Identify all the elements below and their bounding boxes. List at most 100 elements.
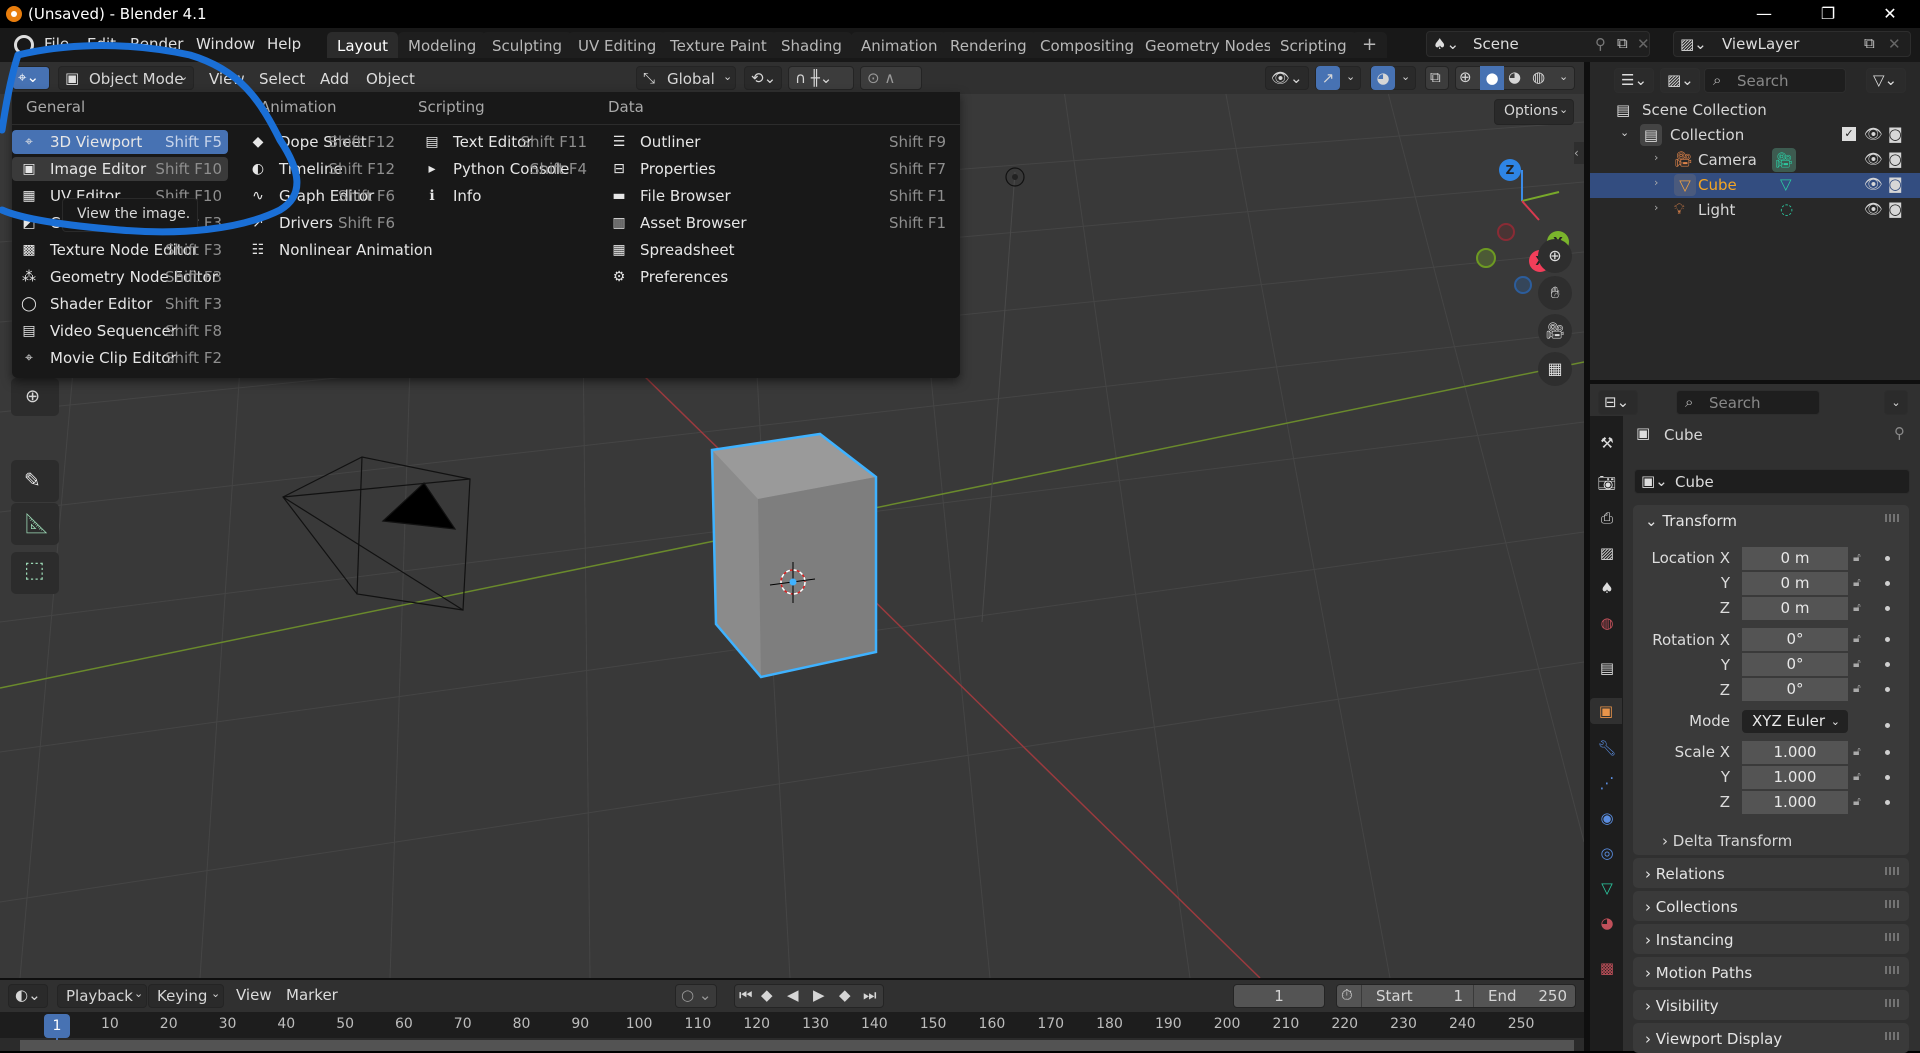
location-y-field[interactable]: 0 m	[1742, 572, 1848, 595]
camera-view-button[interactable]: 🎥︎	[1538, 314, 1572, 348]
menu-item-geometry-node-editor[interactable]: ⁂ Geometry Node Editor Shift F3	[12, 265, 228, 289]
outliner-scene-collection[interactable]: ▤ Scene Collection	[1590, 98, 1920, 123]
drag-handle-icon[interactable]	[1885, 966, 1899, 974]
lock-icon[interactable]: 🔓︎	[1853, 575, 1869, 589]
options-button[interactable]: Options ⌄	[1494, 99, 1574, 125]
zoom-view-button[interactable]: ⊕	[1538, 239, 1572, 273]
output-tab-icon[interactable]: ⎙	[1594, 505, 1620, 531]
jump-end-icon[interactable]: ⏭	[863, 986, 877, 1004]
menu-object[interactable]: Object	[366, 70, 415, 88]
menu-item-preferences[interactable]: ⚙ Preferences	[602, 265, 952, 289]
properties-editor-type-button[interactable]: ⊟⌄	[1598, 390, 1638, 415]
menu-item-text-editor[interactable]: ▤ Text Editor Shift F11	[415, 130, 593, 154]
view-layer-tab-icon[interactable]: ▨	[1594, 540, 1620, 566]
constraints-tab-icon[interactable]: ◎	[1594, 840, 1620, 866]
menu-item-shader-editor[interactable]: ◯ Shader Editor Shift F3	[12, 292, 228, 316]
tab-compositing[interactable]: Compositing	[1030, 32, 1145, 58]
drag-handle-icon[interactable]	[1885, 933, 1899, 941]
menu-item-movie-clip-editor[interactable]: ⌖ Movie Clip Editor Shift F2	[12, 346, 228, 370]
next-keyframe-icon[interactable]: ◆	[839, 986, 851, 1004]
scale-y-field[interactable]: 1.000	[1742, 766, 1848, 789]
playback-menu[interactable]: Playback ⌄	[57, 984, 147, 1008]
menu-edit[interactable]: Edit	[87, 35, 116, 53]
mode-selector[interactable]: ▣ Object Mode ⌄	[58, 66, 194, 90]
render-camera-icon[interactable]: ◙	[1888, 175, 1903, 193]
sidebar-toggle-icon[interactable]: ‹	[1574, 142, 1584, 164]
xray-toggle[interactable]: ⧉	[1425, 66, 1449, 90]
expand-icon[interactable]: ›	[1654, 151, 1658, 164]
keyframe-dot-icon[interactable]	[1885, 637, 1890, 642]
menu-item-python-console[interactable]: ▸ Python Console Shift F4	[415, 157, 593, 181]
drag-handle-icon[interactable]	[1885, 999, 1899, 1007]
expand-icon[interactable]: ⌄	[1620, 126, 1629, 139]
mesh-data-icon[interactable]: ▽	[1780, 175, 1792, 193]
end-frame-field[interactable]: End 250	[1473, 985, 1577, 1007]
panel-motion-paths[interactable]: › Motion Paths	[1633, 957, 1909, 987]
render-camera-icon[interactable]: ◙	[1888, 150, 1903, 168]
drag-handle-icon[interactable]	[1885, 514, 1899, 522]
transform-panel-header[interactable]: ⌄ Transform	[1645, 512, 1737, 530]
modifier-tab-icon[interactable]: 🔧︎	[1594, 735, 1620, 761]
keyframe-dot-icon[interactable]	[1885, 775, 1890, 780]
current-frame-field[interactable]: 1	[1233, 984, 1325, 1008]
texture-tab-icon[interactable]: ▩	[1594, 955, 1620, 981]
menu-item-video-sequencer[interactable]: ▤ Video Sequencer Shift F8	[12, 319, 228, 343]
lock-icon[interactable]: 🔓︎	[1853, 744, 1869, 758]
pivot-point-button[interactable]: ⟲⌄	[744, 66, 782, 90]
gizmo-neg-y[interactable]	[1476, 248, 1496, 268]
timeline-view-menu[interactable]: View	[236, 986, 272, 1004]
area-divider[interactable]	[0, 978, 1584, 980]
camera-data-icon[interactable]: 🎥︎	[1772, 148, 1796, 172]
selectability-button[interactable]: 👁︎⌄	[1265, 66, 1309, 90]
scene-name[interactable]: Scene	[1473, 35, 1603, 59]
rotation-mode-dropdown[interactable]: XYZ Euler ⌄	[1742, 710, 1848, 733]
location-x-field[interactable]: 0 m	[1742, 547, 1848, 570]
data-tab-icon[interactable]: ▽	[1594, 875, 1620, 901]
play-reverse-icon[interactable]: ◀	[787, 986, 799, 1004]
keying-menu[interactable]: Keying ⌄	[148, 984, 224, 1008]
shading-mode-group[interactable]: ⊕ ● ◕ ◍ ⌄	[1455, 66, 1575, 90]
drag-handle-icon[interactable]	[1885, 867, 1899, 875]
proportional-edit-button[interactable]: ⊙ ∧	[860, 66, 922, 90]
menu-item-graph-editor[interactable]: ∿ Graph Editor Shift F6	[241, 184, 401, 208]
panel-viewport-display[interactable]: › Viewport Display	[1633, 1023, 1909, 1053]
play-icon[interactable]: ▶	[813, 986, 825, 1004]
blender-menu-icon[interactable]	[14, 35, 34, 55]
render-camera-icon[interactable]: ◙	[1888, 125, 1903, 143]
physics-tab-icon[interactable]: ◉	[1594, 805, 1620, 831]
tab-shading[interactable]: Shading	[771, 32, 852, 58]
properties-options-button[interactable]: ⌄	[1884, 390, 1908, 415]
snap-button[interactable]: ∩ ╫⌄	[788, 66, 854, 90]
duplicate-scene-icon[interactable]: ⧉	[1617, 34, 1628, 52]
transform-tool[interactable]: ⊕	[11, 378, 59, 416]
outliner-collection[interactable]: ⌄ ▤ Collection ✓ 👁︎ ◙	[1590, 123, 1920, 148]
filter-button[interactable]: ▽⌄	[1866, 68, 1906, 93]
tab-sculpting[interactable]: Sculpting	[482, 32, 573, 58]
outliner-item-cube[interactable]: › ▽ Cube ▽ 👁︎ ◙	[1590, 173, 1920, 198]
lock-icon[interactable]: 🔓︎	[1853, 681, 1869, 695]
menu-item-spreadsheet[interactable]: ▦ Spreadsheet	[602, 238, 952, 262]
object-name-field[interactable]: ▣⌄ Cube	[1634, 469, 1910, 494]
jump-start-icon[interactable]: ⏮	[739, 986, 753, 1004]
delta-transform-subpanel[interactable]: › Delta Transform	[1662, 832, 1792, 850]
properties-search-input[interactable]: ⌕ Search	[1676, 390, 1820, 415]
solid-shading-icon[interactable]: ●	[1480, 66, 1504, 90]
menu-item-nonlinear-animation[interactable]: ☷ Nonlinear Animation	[241, 238, 433, 262]
ortho-toggle-button[interactable]: ▦	[1538, 352, 1572, 386]
menu-render[interactable]: Render	[130, 35, 183, 53]
outliner-search-input[interactable]: ⌕ Search	[1704, 68, 1846, 93]
keyframe-dot-icon[interactable]	[1885, 687, 1890, 692]
menu-item-dope-sheet[interactable]: ◆ Dope Sheet Shift F12	[241, 130, 401, 154]
menu-item-outliner[interactable]: ☰ Outliner Shift F9	[602, 130, 952, 154]
tab-animation[interactable]: Animation	[851, 32, 948, 58]
menu-item-timeline[interactable]: ◐ Timeline Shift F12	[241, 157, 401, 181]
timeline-editor-type-button[interactable]: ◐⌄	[8, 984, 48, 1008]
add-workspace-button[interactable]: +	[1352, 32, 1388, 58]
tab-geometry-nodes[interactable]: Geometry Nodes	[1135, 32, 1282, 58]
keyframe-dot-icon[interactable]	[1885, 750, 1890, 755]
pin-icon[interactable]: ⚲	[1595, 35, 1606, 53]
area-divider[interactable]	[1590, 380, 1920, 384]
wireframe-shading-icon[interactable]: ⊕	[1459, 68, 1472, 86]
expand-icon[interactable]: ›	[1654, 176, 1658, 189]
gizmo-neg-x[interactable]	[1497, 223, 1515, 241]
